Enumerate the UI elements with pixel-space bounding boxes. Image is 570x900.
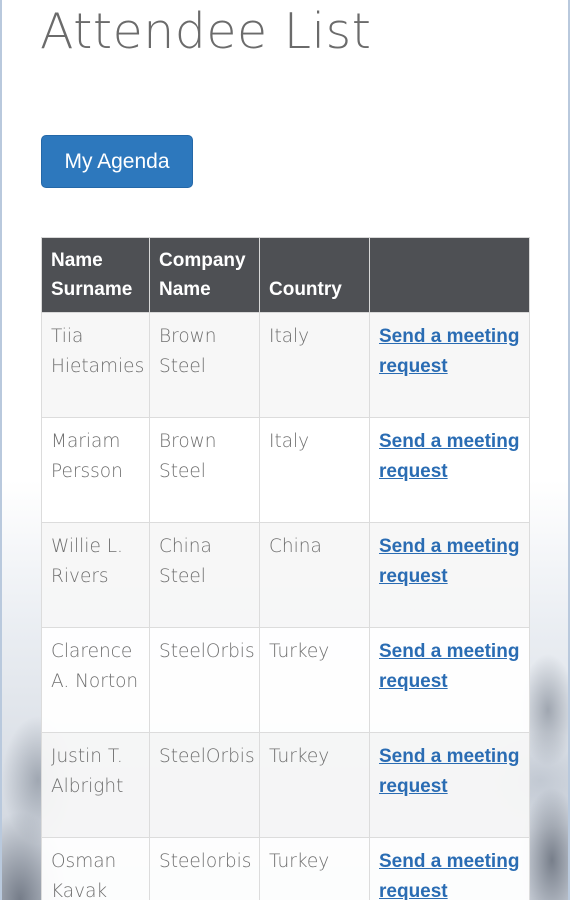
cell-action: Send a meeting request: [369, 312, 530, 418]
cell-country: Turkey: [259, 837, 370, 900]
header-name-surname: Name Surname: [41, 237, 150, 313]
table-row: Justin T. Albright SteelOrbis Turkey Sen…: [41, 732, 530, 838]
cell-name: Tiia Hietamies: [41, 312, 150, 418]
header-action: [369, 237, 530, 313]
cell-name: Willie L. Rivers: [41, 522, 150, 628]
cell-name: Osman Kavak: [41, 837, 150, 900]
cell-company: Brown Steel: [149, 417, 260, 523]
cell-action: Send a meeting request: [369, 627, 530, 733]
send-meeting-request-link[interactable]: Send a meeting request: [379, 431, 519, 482]
cell-action: Send a meeting request: [369, 417, 530, 523]
cell-country: Italy: [259, 312, 370, 418]
page-title: Attendee List: [40, 3, 372, 60]
left-frame-border: [0, 0, 2, 900]
cell-company: SteelOrbis: [149, 732, 260, 838]
cell-action: Send a meeting request: [369, 837, 530, 900]
table-row: Tiia Hietamies Brown Steel Italy Send a …: [41, 312, 530, 418]
cell-name: Justin T. Albright: [41, 732, 150, 838]
cell-name: Mariam Persson: [41, 417, 150, 523]
send-meeting-request-link[interactable]: Send a meeting request: [379, 326, 519, 377]
table-row: Osman Kavak Steelorbis Turkey Send a mee…: [41, 837, 530, 900]
cell-company: Brown Steel: [149, 312, 260, 418]
cell-action: Send a meeting request: [369, 732, 530, 838]
cell-company: SteelOrbis: [149, 627, 260, 733]
send-meeting-request-link[interactable]: Send a meeting request: [379, 536, 519, 587]
table-row: Mariam Persson Brown Steel Italy Send a …: [41, 417, 530, 523]
cell-action: Send a meeting request: [369, 522, 530, 628]
attendee-table: Name Surname Company Name Country Tiia H…: [41, 237, 530, 900]
cell-country: China: [259, 522, 370, 628]
cell-name: Clarence A. Norton: [41, 627, 150, 733]
send-meeting-request-link[interactable]: Send a meeting request: [379, 641, 519, 692]
cell-country: Turkey: [259, 732, 370, 838]
send-meeting-request-link[interactable]: Send a meeting request: [379, 851, 519, 900]
table-row: Clarence A. Norton SteelOrbis Turkey Sen…: [41, 627, 530, 733]
header-company-name: Company Name: [149, 237, 260, 313]
cell-country: Turkey: [259, 627, 370, 733]
cell-company: China Steel: [149, 522, 260, 628]
my-agenda-button[interactable]: My Agenda: [41, 135, 193, 188]
table-row: Willie L. Rivers China Steel China Send …: [41, 522, 530, 628]
header-country: Country: [259, 237, 370, 313]
send-meeting-request-link[interactable]: Send a meeting request: [379, 746, 519, 797]
table-header-row: Name Surname Company Name Country: [41, 237, 530, 313]
cell-company: Steelorbis: [149, 837, 260, 900]
cell-country: Italy: [259, 417, 370, 523]
attendee-list-page: Attendee List My Agenda Name Surname Com…: [0, 0, 570, 900]
